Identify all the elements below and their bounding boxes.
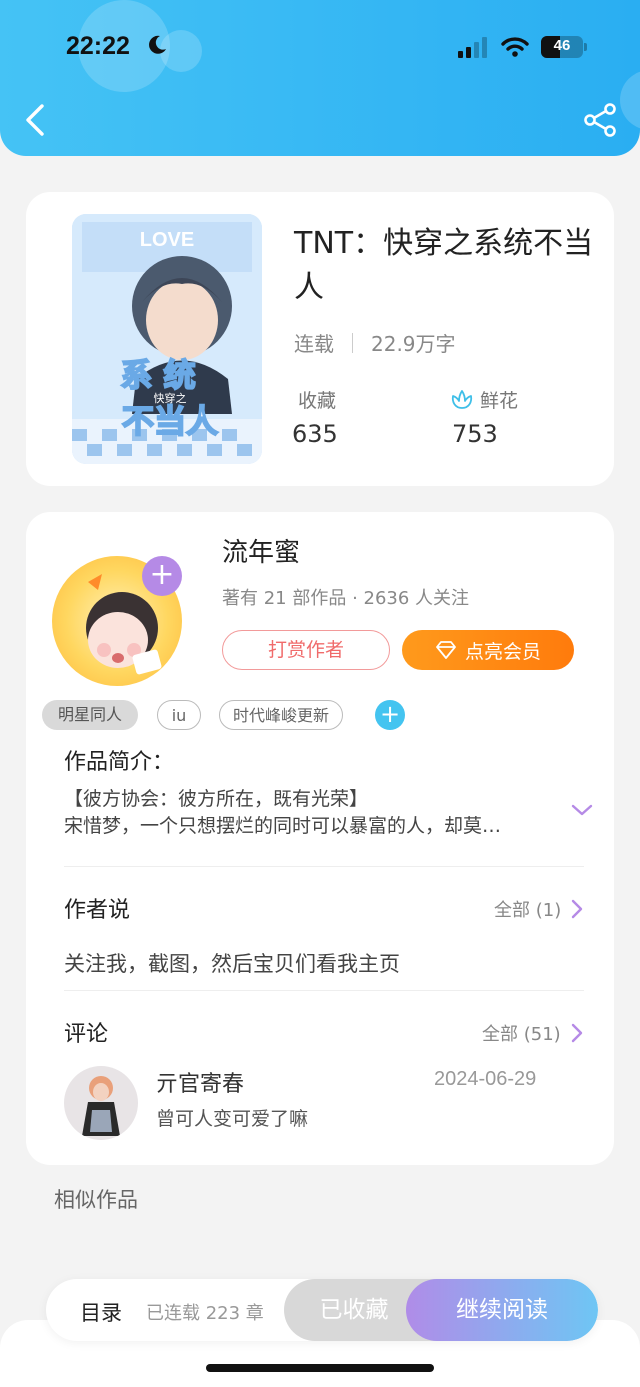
author-notes-text[interactable]: 关注我，截图，然后宝贝们看我主页 [64,948,400,978]
moon-icon [149,35,166,54]
battery-tip [584,43,587,51]
back-icon[interactable] [20,100,52,140]
vip-button[interactable]: 点亮会员 [402,630,574,670]
similar-works-title: 相似作品 [54,1188,138,1212]
continue-reading-button[interactable]: 继续阅读 [406,1279,598,1341]
intro-line-1: 【彼方协会：彼方所在，既有光荣】 [64,788,369,810]
book-info-card: LOVE 系 统 快穿之 不当人 TNT：快穿之系统不当人 连载 22.9万字 … [26,192,614,486]
battery-level: 46 [553,37,571,54]
author-notes-all-link[interactable]: 全部 (1) [494,896,583,922]
share-icon[interactable] [582,102,618,138]
comments-title: 评论 [64,1022,109,1047]
details-card: + 流年蜜 著有 21 部作品 · 2636 人关注 打赏作者 点亮会员 明星同… [26,512,614,1165]
svg-text:不当人: 不当人 [122,402,218,440]
commenter-avatar-illustration [82,1076,120,1136]
top-header: 22:22 46 [0,0,640,156]
chevron-down-icon[interactable] [570,802,594,818]
favorites-count: 635 [292,420,338,448]
vip-label: 点亮会员 [464,640,541,663]
word-count: 22.9万字 [371,332,456,356]
cover-illustration: LOVE 系 统 快穿之 不当人 [72,214,262,464]
home-indicator [206,1364,434,1372]
flowers-label: 鲜花 [450,386,518,413]
diamond-icon [436,641,456,659]
tip-author-button[interactable]: 打赏作者 [222,630,390,670]
intro-line-2: 宋惜梦，一个只想摆烂的同时可以暴富的人，却莫… [64,815,502,837]
chapter-count[interactable]: 已连载 223 章 [146,1299,264,1325]
author-stats: 著有 21 部作品 · 2636 人关注 [222,588,470,609]
intro-text[interactable]: 【彼方协会：彼方所在，既有光荣】 宋惜梦，一个只想摆烂的同时可以暴富的人，却莫… [64,786,574,840]
serial-status: 连载 [294,332,334,356]
battery-icon: 46 [541,36,583,58]
intro-title: 作品简介： [64,750,175,775]
comment-username[interactable]: 亓官寄春 [156,1066,244,1098]
author-name[interactable]: 流年蜜 [222,532,300,569]
svg-text:LOVE: LOVE [140,229,194,251]
flowers-count: 753 [452,420,498,448]
tag-iu[interactable]: iu [157,700,201,730]
commenter-avatar[interactable] [64,1066,138,1140]
tag-tf-update[interactable]: 时代峰峻更新 [219,700,343,730]
tag-star-fanfic[interactable]: 明星同人 [42,700,138,730]
section-divider [64,866,584,867]
chevron-right-icon [572,899,583,919]
toc-button[interactable]: 目录 [80,1297,122,1327]
comment-text[interactable]: 曾可人变可爱了嘛 [156,1104,308,1131]
header-decoration [620,70,640,130]
comment-date: 2024-06-29 [434,1068,537,1090]
svg-text:系 统: 系 统 [120,356,195,394]
wifi-icon [501,37,529,57]
section-divider [64,990,584,991]
bottom-action-bar: 目录 已连载 223 章 已收藏 继续阅读 [46,1279,598,1341]
follow-plus-icon[interactable]: + [142,556,182,596]
signal-icon [458,36,487,58]
comments-all-link[interactable]: 全部 (51) [482,1020,583,1046]
book-cover[interactable]: LOVE 系 统 快穿之 不当人 [72,214,262,464]
status-time: 22:22 [66,32,130,60]
author-notes-title: 作者说 [64,898,131,923]
favorites-label: 收藏 [298,390,337,412]
book-meta: 连载 22.9万字 [294,328,456,357]
chevron-right-icon [571,1023,582,1043]
book-title: TNT：快穿之系统不当人 [294,226,594,305]
add-tag-icon[interactable]: + [375,700,405,730]
meta-divider [352,332,353,353]
flower-icon [451,389,473,409]
